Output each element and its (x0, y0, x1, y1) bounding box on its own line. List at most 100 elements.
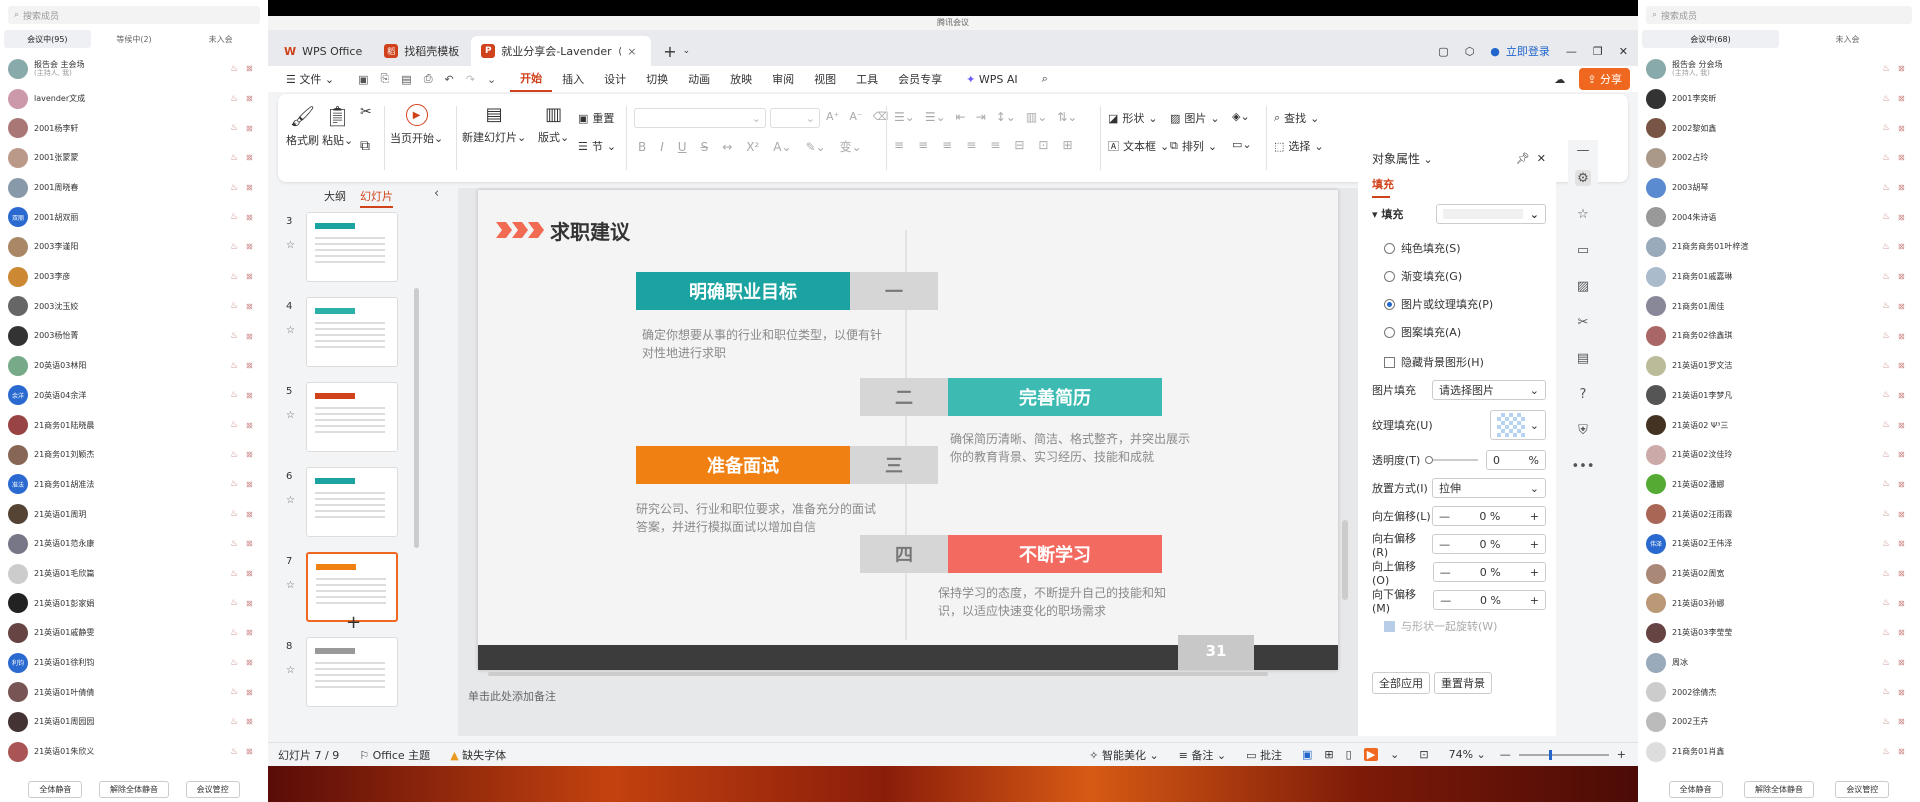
member-row[interactable]: lavender文成 ♨ ⊠ (0, 84, 268, 114)
more-icon[interactable]: ⌄ (487, 73, 496, 86)
mic-off-icon[interactable]: ♨ (228, 539, 240, 549)
zoom-in-icon[interactable]: + (1617, 748, 1626, 761)
member-row[interactable]: 报告会 分会场 (主持人, 我) ♨ ⊠ (1638, 54, 1920, 84)
close-icon[interactable]: ✕ (1537, 152, 1546, 165)
mic-off-icon[interactable]: ♨ (1880, 212, 1892, 222)
mic-off-icon[interactable]: ♨ (1880, 450, 1892, 460)
find-button[interactable]: ⌕ 查找 ⌄ (1274, 110, 1319, 126)
highlight-icon[interactable]: ✎⌄ (806, 140, 826, 154)
member-action-button[interactable]: 解除全体静音 (1743, 781, 1814, 798)
tab-slides[interactable]: 幻灯片 (360, 188, 393, 208)
video-off-icon[interactable]: ⊠ (1898, 539, 1912, 548)
video-off-icon[interactable]: ⊠ (246, 94, 260, 103)
member-row[interactable]: 利钧 21英语01徐利钧 ♨ ⊠ (0, 648, 268, 678)
smart-art-icon[interactable]: ⊞ (1062, 138, 1072, 152)
notes-button[interactable]: ≡ 备注 ⌄ (1179, 747, 1226, 763)
member-row[interactable]: 2001杨李轩 ♨ ⊠ (0, 113, 268, 143)
member-row[interactable]: 2003李谨阳 ♨ ⊠ (0, 232, 268, 262)
offset-spinner[interactable]: —0 % + (1432, 506, 1546, 526)
fill-option[interactable]: 纯色填充(S) (1372, 238, 1546, 258)
menu-tab[interactable]: 会员专享 (888, 66, 952, 92)
underline-icon[interactable]: U (678, 140, 687, 154)
reset-background-button[interactable]: 重置背景 (1434, 672, 1492, 694)
apply-all-button[interactable]: 全部应用 (1372, 672, 1430, 694)
indent-increase-icon[interactable]: ⇥ (976, 110, 986, 124)
indent-decrease-icon[interactable]: ⇤ (956, 110, 966, 124)
mic-off-icon[interactable]: ♨ (1880, 242, 1892, 252)
star-icon[interactable]: ☆ (286, 665, 295, 676)
video-off-icon[interactable]: ⊠ (246, 569, 260, 578)
video-off-icon[interactable]: ⊠ (246, 747, 260, 756)
video-off-icon[interactable]: ⊠ (1898, 480, 1912, 489)
login-link[interactable]: 立即登录 (1506, 43, 1550, 59)
member-row[interactable]: 2001周晓春 ♨ ⊠ (0, 173, 268, 203)
outline-button[interactable]: ▭⌄ (1232, 138, 1252, 151)
tab-wps-office[interactable]: W WPS Office (274, 36, 372, 66)
video-off-icon[interactable]: ⊠ (246, 153, 260, 162)
member-row[interactable]: 21英语01戚静雯 ♨ ⊠ (0, 618, 268, 648)
superscript-icon[interactable]: X² (746, 140, 759, 154)
menu-tab[interactable]: 视图 (804, 66, 846, 92)
mic-off-icon[interactable]: ♨ (228, 94, 240, 104)
copy-button[interactable]: ⧉ (360, 138, 370, 154)
star-icon[interactable]: ☆ (286, 495, 295, 506)
wps-ai-button[interactable]: ✦ WPS AI (956, 66, 1027, 92)
mic-off-icon[interactable]: ♨ (228, 747, 240, 757)
distribute-icon[interactable]: ≡ (990, 138, 1000, 152)
mic-off-icon[interactable]: ♨ (1880, 361, 1892, 371)
video-off-icon[interactable]: ⊠ (1898, 213, 1912, 222)
member-row[interactable]: 周冰 ♨ ⊠ (1638, 648, 1920, 678)
member-tab[interactable]: 未入会 (177, 30, 264, 48)
member-action-button[interactable]: 会议管控 (185, 781, 240, 798)
offset-spinner[interactable]: —0 % + (1432, 562, 1546, 582)
redo-icon[interactable]: ↷ (466, 73, 475, 86)
tab-templates[interactable]: 稻找稻壳模板 (374, 36, 469, 66)
star-icon[interactable]: ☆ (286, 240, 295, 251)
minus-icon[interactable]: — (1440, 566, 1451, 579)
video-off-icon[interactable]: ⊠ (1898, 569, 1912, 578)
minimize-icon[interactable]: — (1566, 45, 1577, 58)
member-row[interactable]: 21英语01周玥 ♨ ⊠ (0, 499, 268, 529)
offset-spinner[interactable]: —0 % + (1432, 534, 1546, 554)
member-row[interactable]: 双丽 2001胡双丽 ♨ ⊠ (0, 202, 268, 232)
section-button[interactable]: ☰ 节 ⌄ (578, 138, 616, 154)
video-off-icon[interactable]: ⊠ (246, 421, 260, 430)
numbered-list-icon[interactable]: ☰⌄ (925, 110, 946, 124)
member-row[interactable]: 21商务02徐鑫琪 ♨ ⊠ (1638, 321, 1920, 351)
format-painter-button[interactable]: 🖌︎ 格式刷 (286, 104, 319, 148)
mic-off-icon[interactable]: ♨ (228, 64, 240, 74)
member-row[interactable]: 2003沈玉姣 ♨ ⊠ (0, 292, 268, 322)
member-row[interactable]: 21英语03孙娜 ♨ ⊠ (1638, 588, 1920, 618)
mic-off-icon[interactable]: ♨ (228, 183, 240, 193)
mic-off-icon[interactable]: ♨ (1880, 509, 1892, 519)
video-off-icon[interactable]: ⊠ (246, 450, 260, 459)
video-off-icon[interactable]: ⊠ (246, 539, 260, 548)
text-effect-icon[interactable]: 变⌄ (840, 138, 862, 155)
missing-font-label[interactable]: ▲ 缺失字体 (450, 747, 506, 763)
member-row[interactable]: 21英语01朱欣义 ♨ ⊠ (0, 737, 268, 767)
notes-area[interactable]: 单击此处添加备注 (468, 688, 556, 704)
search-button[interactable]: ⌕ (1032, 66, 1058, 92)
member-row[interactable]: 报告会 主会场 (主持人, 我) ♨ ⊠ (0, 54, 268, 84)
member-row[interactable]: 2003胡琴 ♨ ⊠ (1638, 173, 1920, 203)
print-preview-icon[interactable]: ▤ (401, 73, 411, 86)
mic-off-icon[interactable]: ♨ (228, 272, 240, 282)
member-action-button[interactable]: 全体静音 (1668, 781, 1723, 798)
placement-select[interactable]: 拉伸 ⌄ (1432, 478, 1546, 498)
member-row[interactable]: 2004朱诗语 ♨ ⊠ (1638, 202, 1920, 232)
member-row[interactable]: 21英语02汶佳玲 ♨ ⊠ (1638, 440, 1920, 470)
member-row[interactable]: 21商务01刘颖杰 ♨ ⊠ (0, 440, 268, 470)
member-row[interactable]: 21英语01范永康 ♨ ⊠ (0, 529, 268, 559)
video-off-icon[interactable]: ⊠ (1898, 628, 1912, 637)
new-slide-button[interactable]: ▤ 新建幻灯片⌄ (462, 104, 526, 145)
star-icon[interactable]: ☆ (1575, 206, 1591, 222)
mic-off-icon[interactable]: ♨ (228, 628, 240, 638)
image-edit-icon[interactable]: ▨ (1575, 278, 1591, 294)
video-off-icon[interactable]: ⊠ (246, 272, 260, 281)
columns-icon[interactable]: ▥⌄ (1026, 110, 1047, 124)
video-off-icon[interactable]: ⊠ (1898, 183, 1912, 192)
reset-button[interactable]: ▣ 重置 (578, 110, 614, 126)
video-off-icon[interactable]: ⊠ (1898, 124, 1912, 133)
minus-icon[interactable]: — (1440, 594, 1451, 607)
select-button[interactable]: ⬚ 选择 ⌄ (1274, 138, 1324, 154)
